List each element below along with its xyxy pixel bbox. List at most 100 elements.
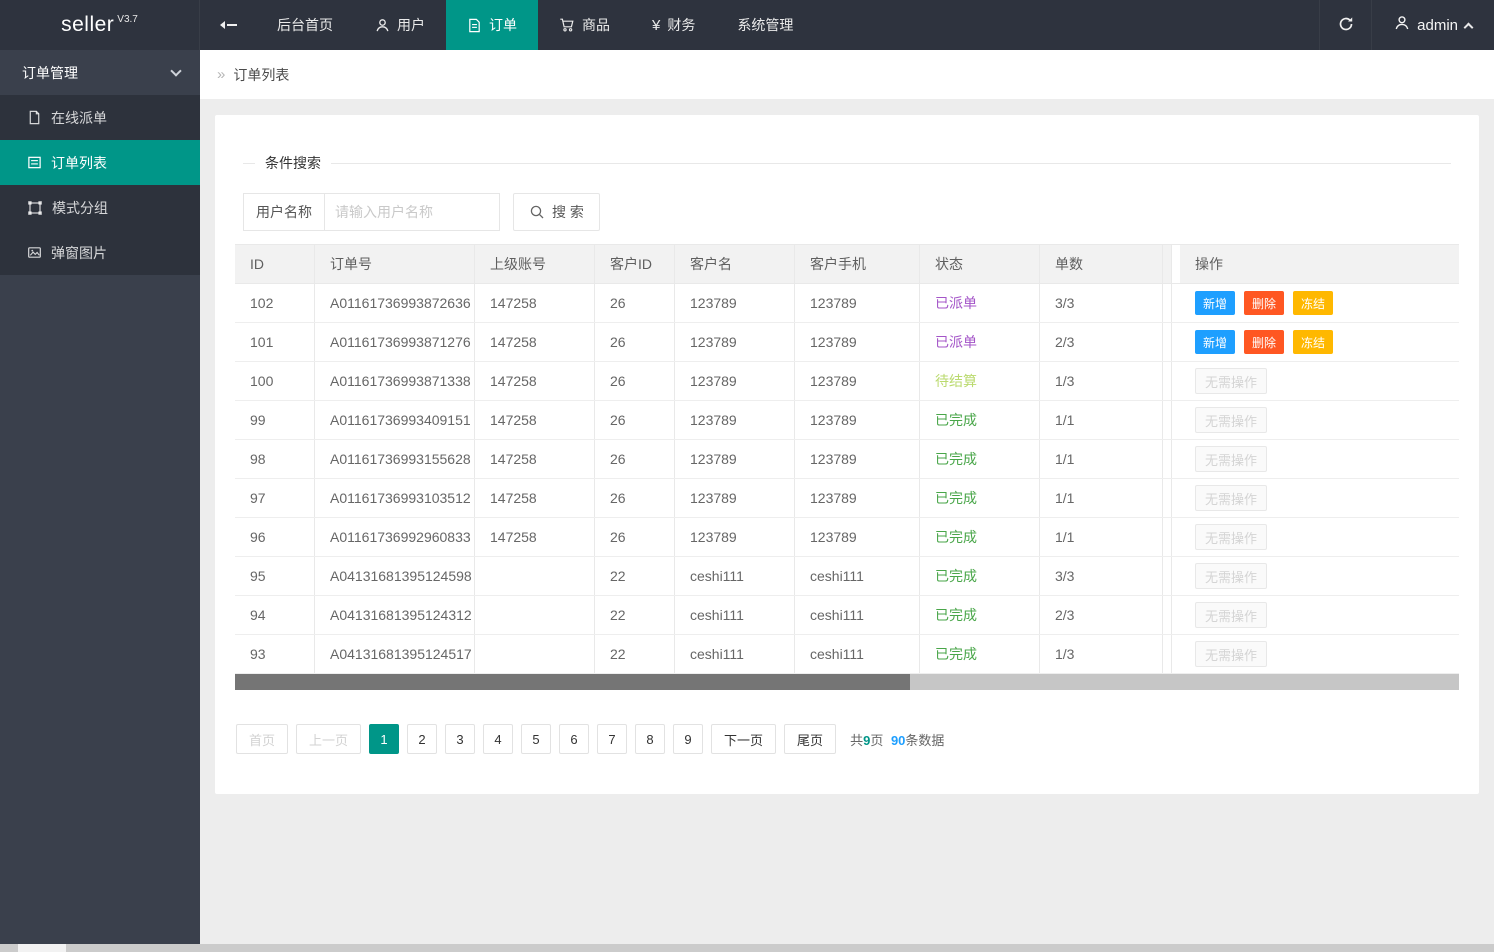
cell-actions: 新增删除冻结 <box>1180 284 1459 322</box>
sidebar-item-模式分组[interactable]: 模式分组 <box>0 185 200 230</box>
freeze-button[interactable]: 冻结 <box>1293 291 1333 315</box>
pagination-page-4[interactable]: 4 <box>483 724 513 754</box>
freeze-button[interactable]: 冻结 <box>1293 330 1333 354</box>
cell-count: 1/3 <box>1040 362 1163 400</box>
app-version: V3.7 <box>117 14 138 25</box>
status-badge: 已完成 <box>935 605 977 625</box>
nav-item-后台首页[interactable]: 后台首页 <box>256 0 354 50</box>
pagination-page-8[interactable]: 8 <box>635 724 665 754</box>
cell-order-no: A01161736993871276 <box>315 323 475 361</box>
status-badge: 已派单 <box>935 293 977 313</box>
no-action-button: 无需操作 <box>1195 407 1267 433</box>
pagination-next[interactable]: 下一页 <box>711 724 776 754</box>
table-horizontal-scrollbar[interactable] <box>235 674 1459 690</box>
column-header: 客户名 <box>675 245 795 283</box>
cell-id: 95 <box>235 557 315 595</box>
refresh-icon <box>1337 15 1355 36</box>
pagination-page-3[interactable]: 3 <box>445 724 475 754</box>
cell-filler <box>1163 518 1172 556</box>
cell-customer-name: 123789 <box>675 323 795 361</box>
doc-icon <box>467 18 482 33</box>
sidebar-group-order-management[interactable]: 订单管理 <box>0 50 200 95</box>
no-action-button: 无需操作 <box>1195 446 1267 472</box>
no-action-button: 无需操作 <box>1195 368 1267 394</box>
cell-status: 已派单 <box>920 284 1040 322</box>
table-row: 100A011617369938713381472582612378912378… <box>235 362 1459 401</box>
cell-count: 1/1 <box>1040 401 1163 439</box>
breadcrumb: » 订单列表 <box>200 50 1494 99</box>
sidebar-item-订单列表[interactable]: 订单列表 <box>0 140 200 185</box>
cell-id: 97 <box>235 479 315 517</box>
chevron-up-icon <box>1464 22 1474 32</box>
no-action-button: 无需操作 <box>1195 524 1267 550</box>
nav-item-订单[interactable]: 订单 <box>446 0 538 50</box>
cell-customer-name: ceshi111 <box>675 635 795 673</box>
pagination-page-7[interactable]: 7 <box>597 724 627 754</box>
nav-item-财务[interactable]: ¥财务 <box>631 0 716 50</box>
cell-customer-id: 26 <box>595 362 675 400</box>
page-horizontal-scrollbar[interactable] <box>0 944 1494 952</box>
username-field-label: 用户名称 <box>243 193 325 231</box>
nav-item-label: 订单 <box>489 15 517 35</box>
cell-status: 已派单 <box>920 323 1040 361</box>
pagination-first: 首页 <box>236 724 288 754</box>
delete-button[interactable]: 删除 <box>1244 330 1284 354</box>
no-action-button: 无需操作 <box>1195 602 1267 628</box>
table-row: 94A0413168139512431222ceshi111ceshi111已完… <box>235 596 1459 635</box>
delete-button[interactable]: 删除 <box>1244 291 1284 315</box>
nav-item-系统管理[interactable]: 系统管理 <box>716 0 814 50</box>
search-button[interactable]: 搜 索 <box>513 193 600 231</box>
add-button[interactable]: 新增 <box>1195 330 1235 354</box>
cell-parent-account: 147258 <box>475 401 595 439</box>
cell-customer-name: 123789 <box>675 401 795 439</box>
table-row: 96A0116173699296083314725826123789123789… <box>235 518 1459 557</box>
column-header: ID <box>235 245 315 283</box>
username-input[interactable] <box>325 193 500 231</box>
cell-filler <box>1163 596 1172 634</box>
pagination-last[interactable]: 尾页 <box>784 724 836 754</box>
column-header: 上级账号 <box>475 245 595 283</box>
cell-customer-id: 26 <box>595 479 675 517</box>
summary-prefix: 共 <box>850 733 863 748</box>
status-badge: 已完成 <box>935 488 977 508</box>
cell-actions: 无需操作 <box>1180 596 1459 634</box>
search-button-label: 搜 索 <box>552 202 584 222</box>
table-row: 93A0413168139512451722ceshi111ceshi111已完… <box>235 635 1459 674</box>
cell-id: 102 <box>235 284 315 322</box>
breadcrumb-caret-icon: » <box>217 66 225 83</box>
fixed-column-gap <box>1172 479 1180 517</box>
column-header: 订单号 <box>315 245 475 283</box>
cell-parent-account: 147258 <box>475 518 595 556</box>
column-filler <box>1163 245 1172 283</box>
admin-menu[interactable]: admin <box>1371 0 1494 50</box>
cell-customer-id: 26 <box>595 323 675 361</box>
sidebar-item-在线派单[interactable]: 在线派单 <box>0 95 200 140</box>
sidebar-item-弹窗图片[interactable]: 弹窗图片 <box>0 230 200 275</box>
sidebar-item-label: 模式分组 <box>52 198 108 218</box>
pagination-page-9[interactable]: 9 <box>673 724 703 754</box>
pagination-page-2[interactable]: 2 <box>407 724 437 754</box>
pagination-page-5[interactable]: 5 <box>521 724 551 754</box>
pagination-page-6[interactable]: 6 <box>559 724 589 754</box>
cell-customer-phone: 123789 <box>795 284 920 322</box>
app-logo-text: seller <box>61 13 114 37</box>
no-action-button: 无需操作 <box>1195 563 1267 589</box>
cell-filler <box>1163 440 1172 478</box>
add-button[interactable]: 新增 <box>1195 291 1235 315</box>
cell-customer-phone: 123789 <box>795 401 920 439</box>
cell-order-no: A01161736993155628 <box>315 440 475 478</box>
nav-item-用户[interactable]: 用户 <box>354 0 446 50</box>
summary-total-count: 90 <box>891 733 905 748</box>
cell-filler <box>1163 479 1172 517</box>
menu-collapse-button[interactable] <box>200 0 256 50</box>
table-row: 99A0116173699340915114725826123789123789… <box>235 401 1459 440</box>
cell-actions: 无需操作 <box>1180 401 1459 439</box>
cell-customer-name: 123789 <box>675 362 795 400</box>
table-scrollbar-thumb[interactable] <box>235 674 910 690</box>
cell-parent-account: 147258 <box>475 362 595 400</box>
nav-item-商品[interactable]: 商品 <box>538 0 631 50</box>
refresh-button[interactable] <box>1319 0 1371 50</box>
fixed-column-gap <box>1172 245 1180 283</box>
page-scrollbar-thumb[interactable] <box>18 944 66 952</box>
user-icon <box>1394 15 1410 35</box>
